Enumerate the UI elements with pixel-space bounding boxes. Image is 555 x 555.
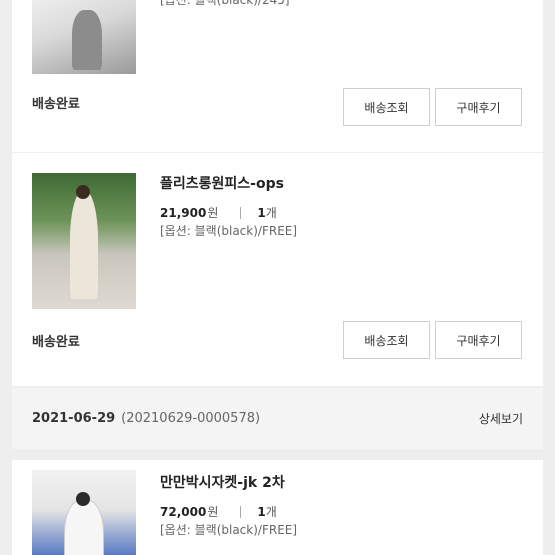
order-item-info: 플리츠롱원피스-ops 21,900 원 1 개 [옵션: 블랙(black)/…: [160, 173, 297, 239]
order-item-info: [옵션: 블랙(black)/245]: [160, 0, 290, 8]
write-review-button[interactable]: 구매후기: [435, 321, 522, 359]
quantity-value: 1: [257, 206, 266, 220]
order-history-page: [옵션: 블랙(black)/245] 배송완료 배송조회 구매후기 플리츠롱원…: [0, 0, 555, 555]
track-delivery-button[interactable]: 배송조회: [343, 321, 430, 359]
product-thumbnail[interactable]: [32, 470, 136, 555]
delivery-status: 배송완료: [32, 97, 80, 112]
option-text: [옵션: 블랙(black)/FREE]: [160, 523, 298, 537]
option-text: [옵션: 블랙(black)/FREE]: [160, 224, 298, 238]
currency-unit: 원: [207, 505, 219, 519]
quantity-value: 1: [257, 505, 266, 519]
price-value: 21,900: [160, 206, 207, 220]
quantity-unit: 개: [265, 505, 277, 519]
order-number: (20210629-0000578): [121, 411, 261, 426]
quantity-unit: 개: [265, 206, 277, 220]
currency-unit: 원: [207, 206, 219, 220]
divider: [240, 207, 242, 219]
price-value: 72,000: [160, 505, 207, 519]
divider: [240, 506, 242, 518]
write-review-button[interactable]: 구매후기: [435, 88, 522, 126]
order-item-card: 플리츠롱원피스-ops 21,900 원 1 개 [옵션: 블랙(black)/…: [12, 153, 543, 386]
delivery-status: 배송완료: [32, 335, 80, 350]
order-date: 2021-06-29: [32, 411, 116, 426]
order-item-card: [옵션: 블랙(black)/245] 배송완료 배송조회 구매후기: [12, 0, 543, 152]
price-line: 21,900 원 1 개: [160, 205, 297, 221]
product-thumbnail[interactable]: [32, 173, 136, 309]
order-item-info: 만만박시자켓-jk 2차 72,000 원 1 개 [옵션: 블랙(black)…: [160, 472, 297, 538]
order-group-header: 2021-06-29 (20210629-0000578) 상세보기: [12, 388, 543, 449]
product-name[interactable]: 만만박시자켓-jk 2차: [160, 472, 297, 491]
option-text: [옵션: 블랙(black)/245]: [160, 0, 290, 7]
order-detail-link[interactable]: 상세보기: [479, 410, 523, 427]
product-thumbnail[interactable]: [32, 0, 136, 74]
track-delivery-button[interactable]: 배송조회: [343, 88, 430, 126]
order-item-card: 만만박시자켓-jk 2차 72,000 원 1 개 [옵션: 블랙(black)…: [12, 460, 543, 555]
product-name[interactable]: 플리츠롱원피스-ops: [160, 173, 297, 192]
price-line: 72,000 원 1 개: [160, 504, 297, 520]
